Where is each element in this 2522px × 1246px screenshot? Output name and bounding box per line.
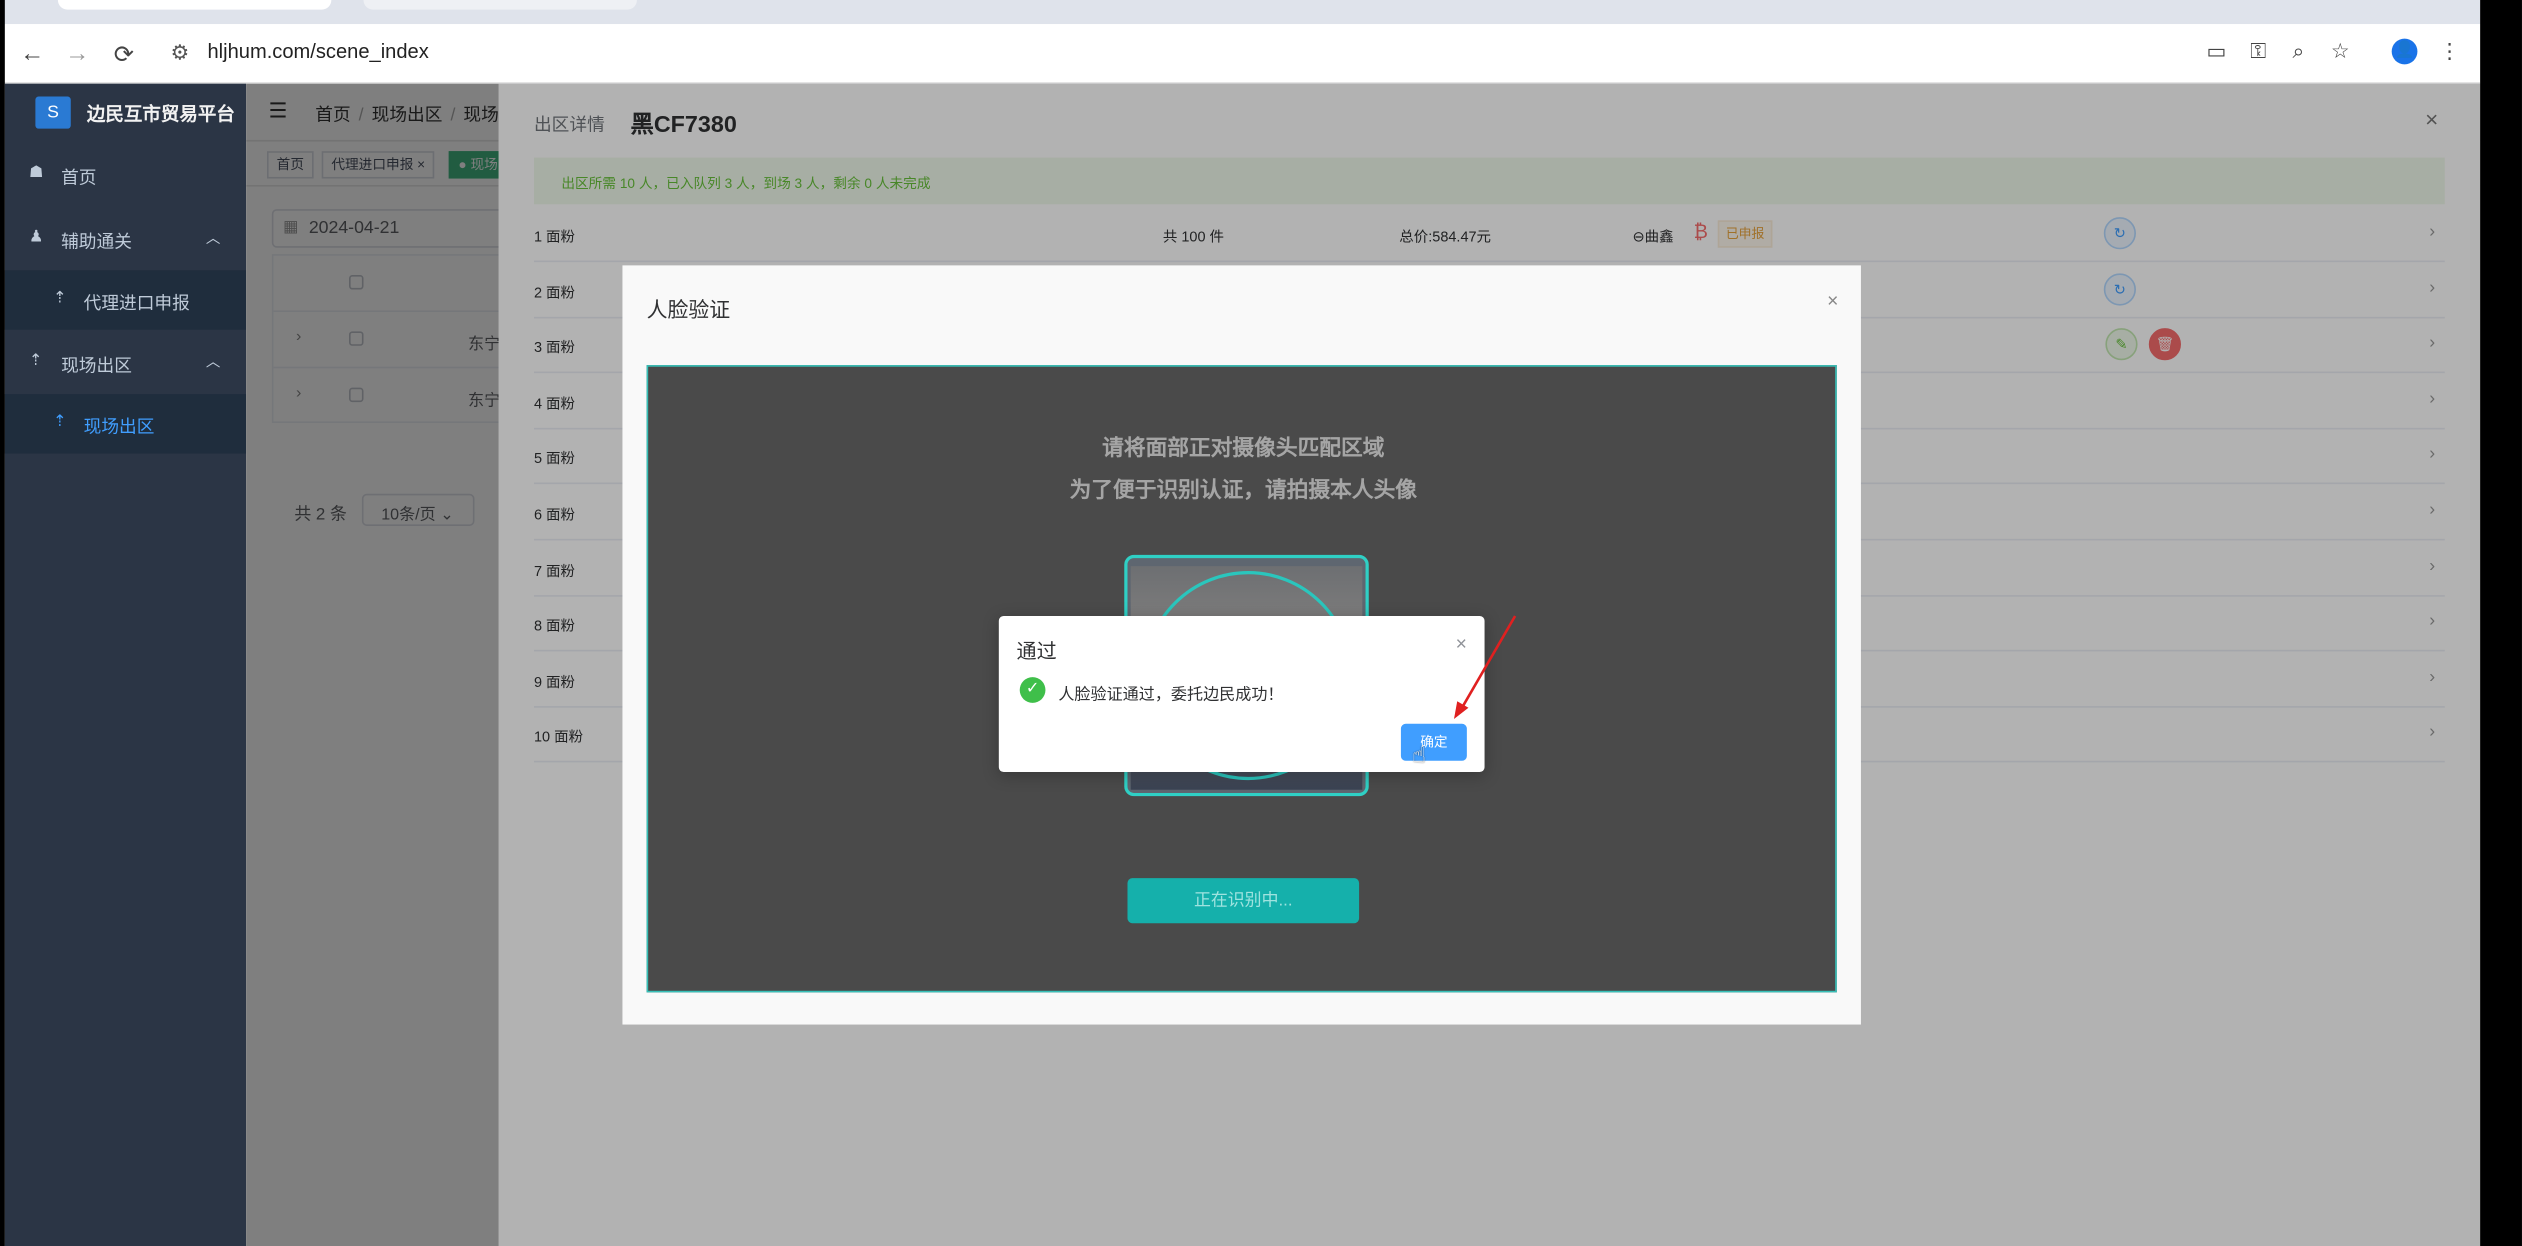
arrow-head (1453, 701, 1469, 719)
annotation-arrow (1453, 615, 1517, 719)
viewport: ← → ⟳ ⚙ hljhum.com/scene_index ▭ ⚿ ⌕ ☆ 👤… (0, 0, 2522, 1246)
screen-edge (2480, 0, 2522, 1246)
screenshot-stage: ← → ⟳ ⚙ hljhum.com/scene_index ▭ ⚿ ⌕ ☆ 👤… (0, 0, 2522, 1246)
arrow-line (1460, 615, 1517, 709)
screen-edge (0, 0, 5, 1246)
